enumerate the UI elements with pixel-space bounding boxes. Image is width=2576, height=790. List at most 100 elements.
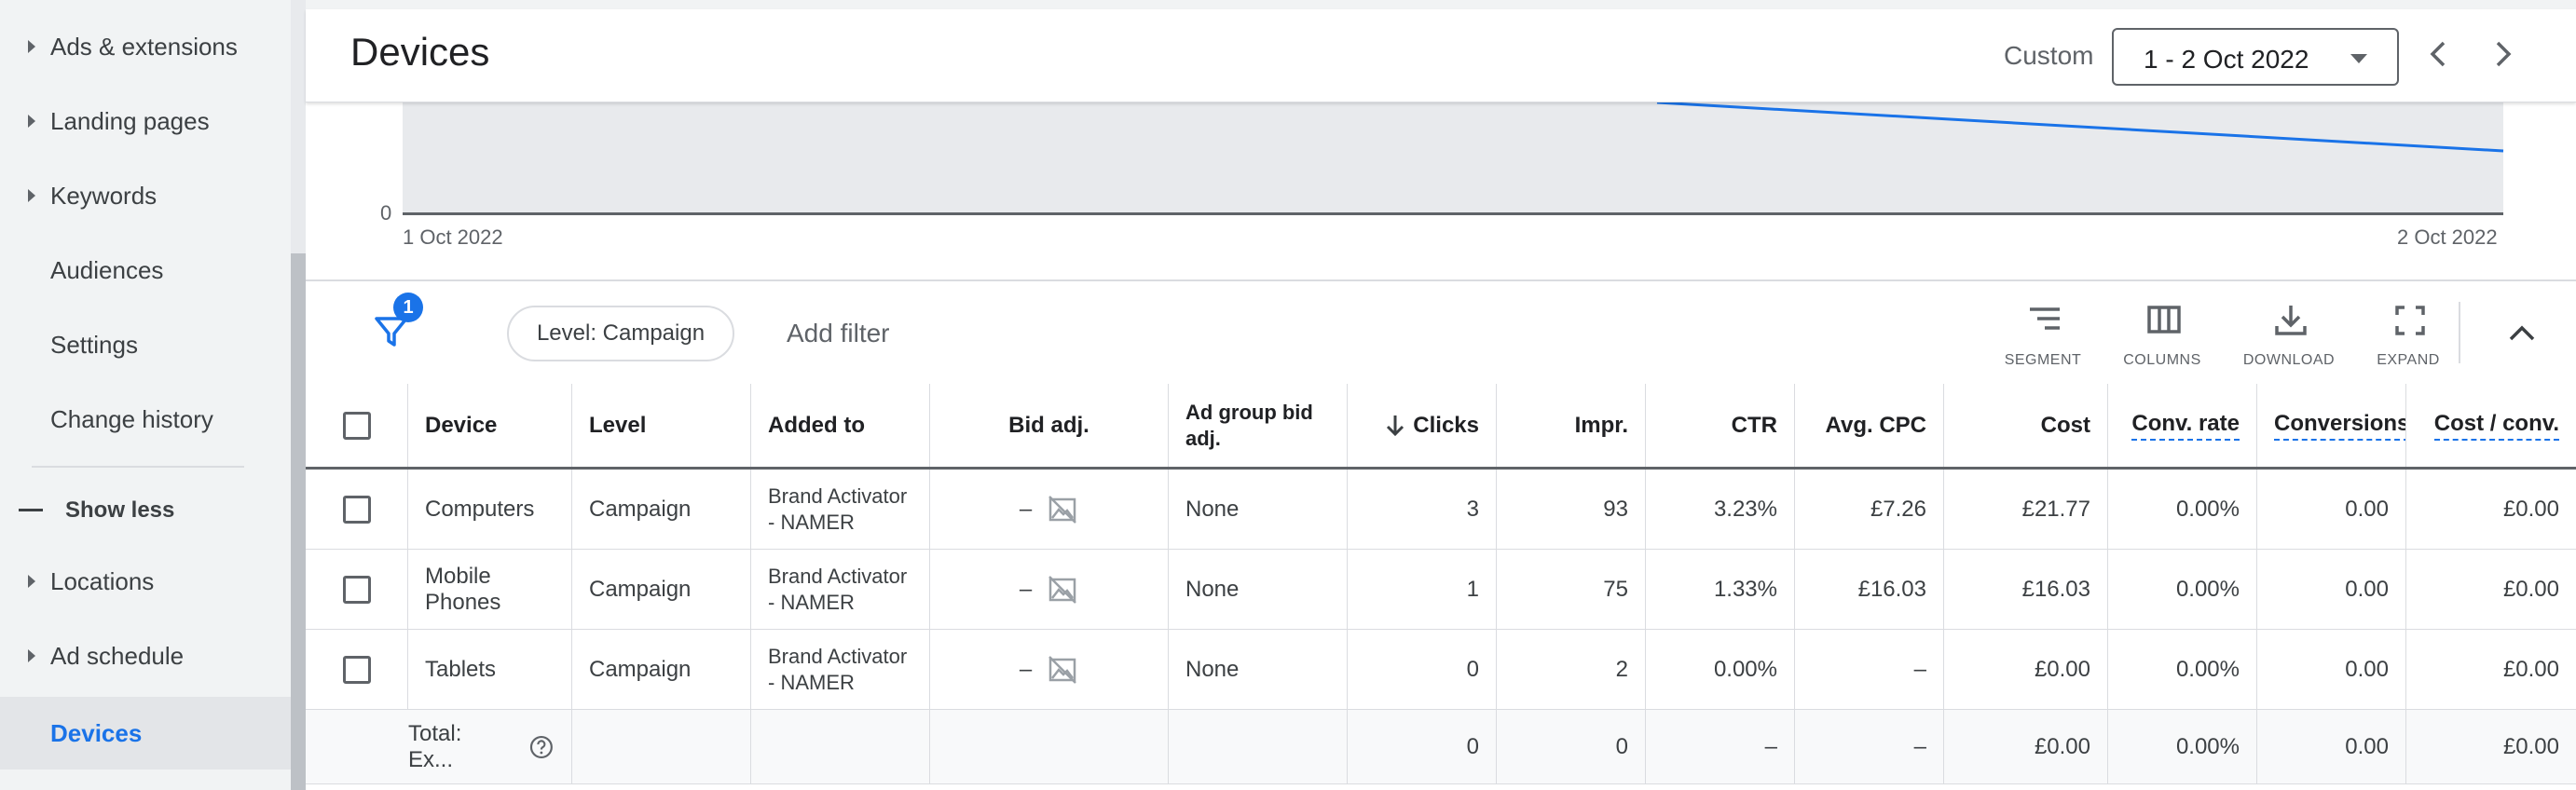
chevron-right-icon[interactable] xyxy=(2485,35,2522,73)
chart-svg xyxy=(1656,102,2504,153)
header-conversions[interactable]: Conversions xyxy=(2257,384,2406,467)
header-added-to[interactable]: Added to xyxy=(751,384,930,467)
show-less-label: Show less xyxy=(65,497,175,523)
bid-adj-unavailable-icon xyxy=(1048,575,1077,604)
cell-ctr: 3.23% xyxy=(1646,470,1795,549)
cell-ad-group-bid-adj: None xyxy=(1169,470,1348,549)
cell-cost: £16.03 xyxy=(1944,550,2108,629)
columns-icon xyxy=(2147,306,2181,334)
header-bid-adj[interactable]: Bid adj. xyxy=(930,384,1169,467)
show-less-button[interactable]: Show less xyxy=(0,477,291,544)
sort-down-arrow-icon xyxy=(1387,415,1404,436)
cell-ctr: 0.00% xyxy=(1646,630,1795,709)
header-ctr[interactable]: CTR xyxy=(1646,384,1795,467)
columns-button[interactable]: COLUMNS xyxy=(2106,298,2218,373)
header-conv-rate[interactable]: Conv. rate xyxy=(2108,384,2257,467)
level-filter-chip[interactable]: Level: Campaign xyxy=(507,306,734,361)
sidebar-item-label: Devices xyxy=(50,718,143,747)
cell-avg-cpc: £16.03 xyxy=(1795,550,1944,629)
help-icon[interactable] xyxy=(528,734,555,760)
sidebar-item-landing-pages[interactable]: Landing pages xyxy=(0,88,291,155)
cell-ctr: 1.33% xyxy=(1646,550,1795,629)
row-checkbox[interactable] xyxy=(342,495,371,524)
sidebar-item-settings[interactable]: Settings xyxy=(0,311,291,378)
caret-right-icon xyxy=(28,649,35,662)
header-avg-cpc[interactable]: Avg. CPC xyxy=(1795,384,1944,467)
expand-icon xyxy=(2395,306,2425,335)
caret-right-icon xyxy=(28,189,35,202)
expand-button[interactable]: EXPAND xyxy=(2352,298,2464,373)
cell-cost-conv: £0.00 xyxy=(2502,576,2559,602)
select-all-checkbox[interactable] xyxy=(342,411,371,440)
cell-impr: 75 xyxy=(1497,550,1646,629)
header-clicks[interactable]: Clicks xyxy=(1348,384,1497,467)
segment-button[interactable]: SEGMENT xyxy=(1987,298,2099,373)
add-filter-button[interactable]: Add filter xyxy=(787,319,890,348)
cell-added-to: Brand Activator - NAMER xyxy=(751,550,930,629)
performance-chart: 0 1 Oct 2022 2 Oct 2022 xyxy=(306,102,2576,279)
total-label: Total: Ex... xyxy=(408,720,462,772)
total-label-cell: Total: Ex... xyxy=(306,710,572,783)
table-row[interactable]: Tablets Campaign Brand Activator - NAMER… xyxy=(306,630,2576,710)
bid-adj-value: – xyxy=(1019,496,1033,522)
sidebar-item-devices[interactable]: Devices xyxy=(0,697,291,770)
cell-impr: 2 xyxy=(1497,630,1646,709)
app-root: Ads & extensions Landing pages Keywords … xyxy=(0,0,2576,790)
total-impr: 0 xyxy=(1497,710,1646,783)
chevron-up-icon[interactable] xyxy=(2501,313,2542,354)
y-axis-tick-label: 0 xyxy=(380,201,392,225)
sidebar-item-audiences[interactable]: Audiences xyxy=(0,237,291,304)
caret-right-icon xyxy=(28,40,35,53)
date-range-value: 1 - 2 Oct 2022 xyxy=(2144,45,2309,74)
cell-conv-rate: 0.00% xyxy=(2108,630,2257,709)
sidebar-item-change-history[interactable]: Change history xyxy=(0,386,291,453)
header-conversions-label: Conversions xyxy=(2274,411,2405,441)
cell-clicks: 1 xyxy=(1348,550,1497,629)
row-checkbox[interactable] xyxy=(342,655,371,684)
table-row[interactable]: Mobile Phones Campaign Brand Activator -… xyxy=(306,550,2576,630)
header-cost[interactable]: Cost xyxy=(1944,384,2108,467)
cell-bid-adj[interactable]: – xyxy=(930,550,1169,629)
row-select-cell xyxy=(306,550,408,629)
row-select-cell xyxy=(306,630,408,709)
header-impr[interactable]: Impr. xyxy=(1497,384,1646,467)
chart-x-axis xyxy=(403,212,2503,215)
sidebar-item-keywords[interactable]: Keywords xyxy=(0,162,291,229)
cell-ad-group-bid-adj: None xyxy=(1169,550,1348,629)
columns-label: COLUMNS xyxy=(2123,352,2201,368)
cell-ad-group-bid-adj: None xyxy=(1169,630,1348,709)
cell-cost: £0.00 xyxy=(1944,630,2108,709)
total-clicks: 0 xyxy=(1348,710,1497,783)
chevron-left-icon[interactable] xyxy=(2419,35,2457,73)
download-label: DOWNLOAD xyxy=(2242,352,2336,368)
header-ad-group-bid-adj[interactable]: Ad group bid adj. xyxy=(1169,384,1348,467)
sidebar-item-ad-schedule[interactable]: Ad schedule xyxy=(0,622,291,689)
sidebar-item-label: Ads & extensions xyxy=(50,32,238,61)
date-range-picker[interactable]: 1 - 2 Oct 2022 xyxy=(2112,28,2399,86)
cell-bid-adj[interactable]: – xyxy=(930,470,1169,549)
download-button[interactable]: DOWNLOAD xyxy=(2233,298,2345,373)
sidebar-item-label: Settings xyxy=(50,330,138,359)
total-ctr: – xyxy=(1646,710,1795,783)
cell-added-to: Brand Activator - NAMER xyxy=(751,470,930,549)
sidebar-item-ads-extensions[interactable]: Ads & extensions xyxy=(0,13,291,80)
filter-count-badge: 1 xyxy=(393,293,423,322)
sidebar-item-label: Audiences xyxy=(50,255,164,284)
header-clicks-label: Clicks xyxy=(1413,412,1479,438)
table-row[interactable]: Computers Campaign Brand Activator - NAM… xyxy=(306,470,2576,550)
header-level[interactable]: Level xyxy=(572,384,751,467)
row-checkbox[interactable] xyxy=(342,575,371,604)
total-added-to-cell xyxy=(751,710,930,783)
sidebar-item-locations[interactable]: Locations xyxy=(0,548,291,615)
cell-bid-adj[interactable]: – xyxy=(930,630,1169,709)
total-avg-cpc: – xyxy=(1795,710,1944,783)
sidebar-scrollbar[interactable] xyxy=(291,253,306,790)
table-header-row: Device Level Added to Bid adj. Ad group … xyxy=(306,384,2576,470)
header-device[interactable]: Device xyxy=(408,384,572,467)
sidebar-item-label: Ad schedule xyxy=(50,641,185,670)
expand-label: EXPAND xyxy=(2377,352,2440,368)
header-cost-conv[interactable]: Cost / conv. xyxy=(2406,384,2576,467)
segment-icon xyxy=(2030,307,2060,330)
main-content: Devices Custom 1 - 2 Oct 2022 0 1 Oct 20… xyxy=(306,0,2576,790)
bid-adj-unavailable-icon xyxy=(1048,495,1077,524)
